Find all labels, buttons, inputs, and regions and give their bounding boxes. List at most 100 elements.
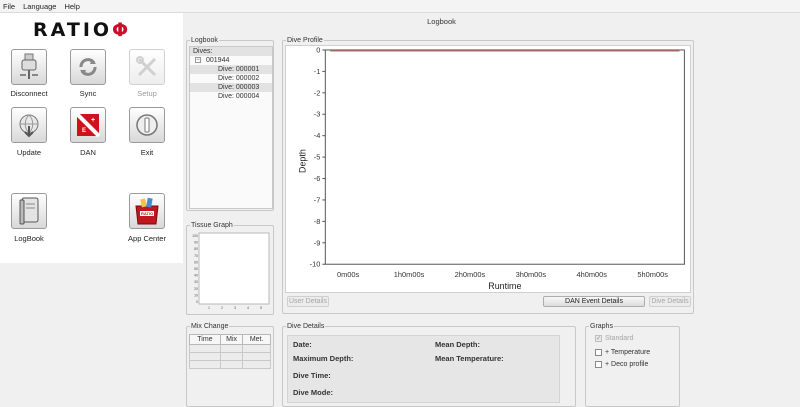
update-button[interactable]: [11, 107, 47, 143]
ratio-logo: RATIOΦ: [33, 19, 132, 41]
update-label: Update: [16, 148, 42, 157]
tree-root[interactable]: Dives:: [190, 47, 272, 56]
x-axis-label: Runtime: [488, 281, 521, 291]
app-center-label: App Center: [128, 234, 166, 243]
tissue-graph-group: Tissue Graph 100 90 80 70 60 50 40 30 20 10 0 1234…: [186, 221, 274, 315]
menu-bar: File Language Help: [0, 0, 800, 13]
tree-device-node[interactable]: −001944: [190, 56, 272, 65]
x-tick-label: 4h0m00s: [576, 270, 607, 279]
mix-change-table[interactable]: Time Mix Met.: [189, 334, 271, 369]
column-header-met[interactable]: Met.: [242, 334, 271, 345]
y-tick-label: -3: [314, 110, 321, 119]
tissue-y-tick-label: 0: [196, 300, 198, 304]
y-tick-label: -6: [314, 174, 321, 183]
tissue-graph: 1009080706050403020100 12345: [192, 232, 270, 310]
y-tick-label: -10: [310, 260, 321, 269]
window-title: Logbook: [427, 17, 456, 26]
logbook-group-title: Logbook: [190, 36, 219, 45]
dan-event-details-button[interactable]: DAN Event Details: [543, 296, 645, 307]
logbook-button[interactable]: [11, 193, 47, 229]
dive-mode-label: Dive Mode:: [293, 388, 334, 397]
collapse-icon[interactable]: −: [195, 57, 201, 64]
tissue-y-tick-label: 10: [194, 293, 198, 297]
sync-label: Sync: [79, 89, 97, 98]
graphs-title: Graphs: [589, 322, 614, 331]
menu-file[interactable]: File: [3, 2, 15, 11]
dive-profile-chart: 0 -1 -2 -3 -4 -5 -6 -7 -8 -9 -10 0m00s 1h0m00s 2h0m0…: [285, 45, 691, 293]
menu-help[interactable]: Help: [64, 2, 79, 11]
dive-profile-title: Dive Profile: [286, 36, 324, 45]
power-icon: [136, 114, 158, 136]
disconnect-label: Disconnect: [10, 89, 48, 98]
tissue-y-tick-label: 90: [194, 241, 198, 245]
tissue-x-tick-label: 5: [260, 306, 262, 310]
y-tick-label: -2: [314, 88, 321, 97]
sync-arrows-icon: [79, 58, 97, 76]
y-tick-label: -4: [314, 131, 321, 140]
dive-item[interactable]: Dive: 000003: [190, 83, 272, 92]
dive-details-title: Dive Details: [286, 322, 326, 331]
y-tick-label: -1: [314, 67, 321, 76]
book-icon: [19, 197, 39, 225]
y-tick-label: -9: [314, 238, 321, 247]
x-tick-label: 3h0m00s: [516, 270, 547, 279]
menu-language[interactable]: Language: [23, 2, 56, 11]
launcher-panel: RATIOΦ Disconnect Sync Setup Update E + …: [0, 13, 183, 407]
mix-change-title: Mix Change: [190, 322, 230, 331]
mean-temperature-label: Mean Temperature:: [435, 354, 504, 363]
dive-item[interactable]: Dive: 000001: [190, 65, 272, 74]
setup-button[interactable]: [129, 49, 165, 85]
x-tick-label: 2h0m00s: [455, 270, 486, 279]
tissue-x-tick-label: 2: [221, 306, 223, 310]
x-tick-label: 1h0m00s: [394, 270, 425, 279]
dive-details-button[interactable]: Dive Details: [649, 296, 691, 307]
dan-logo-icon: E +: [76, 113, 100, 137]
dive-details-group: Dive Details Date: Maximum Depth: Dive T…: [282, 322, 576, 407]
tissue-y-tick-label: 80: [194, 247, 198, 251]
dive-tree[interactable]: Dives: −001944 Dive: 000001 Dive: 000002…: [189, 46, 273, 209]
setup-label: Setup: [137, 89, 157, 98]
globe-download-icon: [19, 114, 39, 138]
deco-profile-checkbox[interactable]: + Deco profile: [595, 361, 648, 368]
tissue-y-tick-label: 30: [194, 280, 198, 284]
max-depth-label: Maximum Depth:: [293, 354, 354, 363]
logbook-label: LogBook: [14, 234, 44, 243]
exit-button[interactable]: [129, 107, 165, 143]
dan-label: DAN: [80, 148, 96, 157]
logbook-group: Logbook Dives: −001944 Dive: 000001 Dive…: [186, 36, 274, 211]
graphs-group: Graphs ✓ Standard + Temperature + Deco pr…: [585, 322, 680, 407]
sync-button[interactable]: [70, 49, 106, 85]
tissue-x-tick-label: 4: [247, 306, 249, 310]
dive-item[interactable]: Dive: 000002: [190, 74, 272, 83]
y-tick-label: -5: [314, 153, 321, 162]
column-header-time[interactable]: Time: [189, 334, 221, 345]
tissue-x-tick-label: 1: [208, 306, 210, 310]
dive-profile-group: Dive Profile 0 -1 -2 -3 -4 -5 -6 -7 -8 -9 -10 0m00…: [282, 36, 694, 314]
mean-depth-label: Mean Depth:: [435, 340, 480, 349]
x-tick-label: 5h0m00s: [637, 270, 668, 279]
x-tick-label: 0m00s: [337, 270, 360, 279]
standard-checkbox[interactable]: ✓ Standard: [595, 335, 633, 342]
user-details-button[interactable]: User Details: [287, 296, 329, 307]
svg-text:E: E: [82, 128, 86, 134]
dan-button[interactable]: E +: [70, 107, 106, 143]
dive-time-label: Dive Time:: [293, 371, 331, 380]
tissue-y-tick-label: 100: [192, 234, 198, 238]
date-label: Date:: [293, 340, 312, 349]
tissue-y-tick-label: 60: [194, 260, 198, 264]
exit-label: Exit: [140, 148, 154, 157]
y-tick-label: -8: [314, 217, 321, 226]
temperature-checkbox[interactable]: + Temperature: [595, 349, 650, 356]
tissue-y-tick-label: 50: [194, 267, 198, 271]
y-axis-label: Depth: [297, 149, 307, 173]
mix-change-group: Mix Change Time Mix Met.: [186, 322, 274, 407]
y-tick-label: -7: [314, 195, 321, 204]
usb-cable-icon: [20, 53, 38, 79]
tissue-y-tick-label: 70: [194, 254, 198, 258]
app-center-button[interactable]: RATIO: [129, 193, 165, 229]
column-header-mix[interactable]: Mix: [219, 334, 244, 345]
dive-item[interactable]: Dive: 000004: [190, 92, 272, 101]
tissue-x-tick-label: 3: [234, 306, 236, 310]
dive-details-panel: Date: Maximum Depth: Dive Time: Dive Mod…: [287, 335, 560, 403]
disconnect-button[interactable]: [11, 49, 47, 85]
